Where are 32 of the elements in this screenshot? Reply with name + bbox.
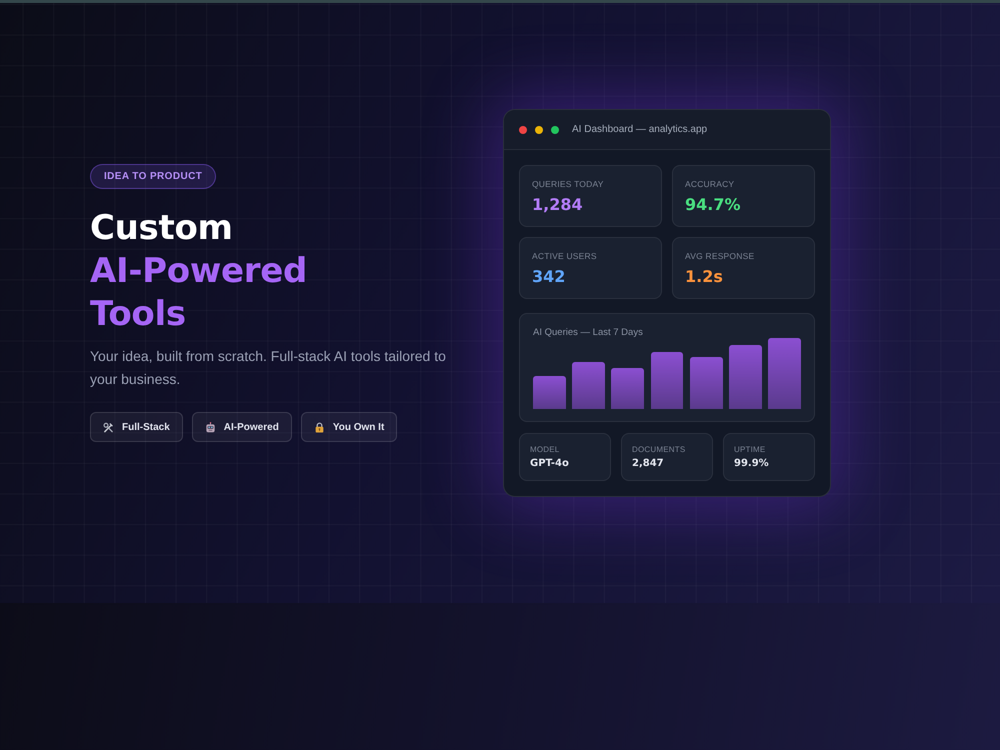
feature-chip: You Own It xyxy=(300,412,398,442)
chart-bar xyxy=(650,352,684,409)
chart-bar xyxy=(768,338,802,409)
chart-bar xyxy=(729,345,762,409)
hero-heading: Custom AI-Powered Tools xyxy=(90,207,308,336)
detail-value: 2,847 xyxy=(632,458,664,469)
lock-icon xyxy=(314,422,325,432)
detail-label: UPTIME xyxy=(734,445,766,454)
detail-value: GPT-4o xyxy=(530,458,569,469)
stat-label: QUERIES TODAY xyxy=(532,179,604,189)
robot-icon xyxy=(204,422,216,432)
stat-value: 1,284 xyxy=(532,195,583,215)
chart-title: AI Queries — Last 7 Days xyxy=(533,327,643,338)
stat-label: ACCURACY xyxy=(685,179,734,189)
stat-value: 94.7% xyxy=(685,195,741,215)
detail-label: MODEL xyxy=(530,445,560,454)
chart-bar xyxy=(690,357,723,409)
detail-value: 99.9% xyxy=(734,458,769,469)
stat-label: ACTIVE USERS xyxy=(532,251,597,261)
chart-bar xyxy=(611,368,644,409)
eyebrow-badge: IDEA TO PRODUCT xyxy=(90,164,216,189)
chart-bar xyxy=(572,362,605,409)
tools-icon xyxy=(103,422,114,432)
stat-label: AVG RESPONSE xyxy=(685,251,754,261)
detail-label: DOCUMENTS xyxy=(632,445,686,454)
feature-chip: AI-Powered xyxy=(192,412,292,442)
window-title: AI Dashboard — analytics.app xyxy=(572,124,708,135)
hero-subtitle: Your idea, built from scratch. Full-stack AI tools tailored to your business. xyxy=(90,347,447,389)
stat-value: 342 xyxy=(532,267,566,287)
stat-value: 1.2s xyxy=(685,267,723,287)
feature-chip: Full-Stack xyxy=(90,412,183,442)
chart-bar xyxy=(533,376,566,409)
